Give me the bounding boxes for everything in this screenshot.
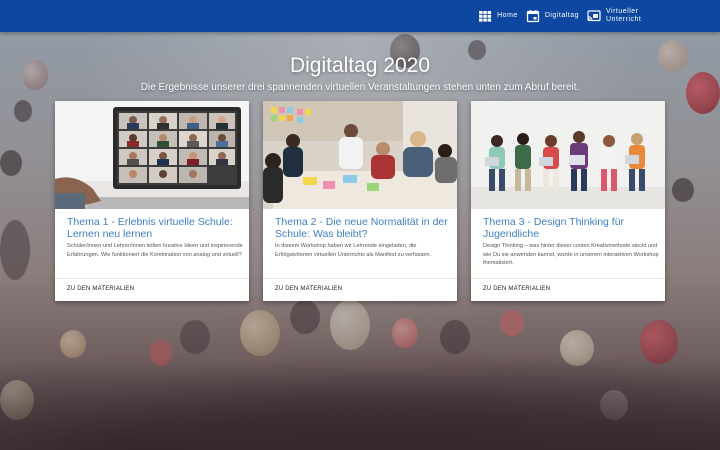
card-description: Design Thinking – was hinter dieser cool… [483, 243, 659, 266]
card-divider [263, 278, 457, 279]
nav-label-digitaltag: Digitaltag [544, 12, 579, 19]
page-subtitle: Die Ergebnisse unserer drei spannenden v… [140, 82, 580, 93]
card-title: Thema 1 - Erlebnis virtuelle Schule: Ler… [67, 216, 233, 240]
calendar-icon [526, 9, 540, 23]
nav-item-digitaltag[interactable]: Digitaltag [526, 9, 579, 23]
card-description: Schüler/innen und Lehrer/innen teilten k… [67, 243, 243, 258]
workshop-group-table-image [263, 101, 457, 209]
topic-card-1: Thema 1 - Erlebnis virtuelle Schule: Ler… [55, 101, 249, 301]
top-navigation-bar: Home Digitaltag Virtueller Unterricht [0, 0, 720, 32]
page-title: Digitaltag 2020 [289, 54, 431, 77]
people-sitting-with-laptops-image [471, 101, 665, 209]
nav-label-virtueller-unterricht: Virtueller Unterricht [606, 8, 642, 23]
grid-icon [478, 9, 492, 23]
card-materials-link[interactable]: ZU DEN MATERIALIEN [67, 286, 134, 292]
cast-icon [587, 9, 601, 23]
card-divider [55, 278, 249, 279]
card-materials-link[interactable]: ZU DEN MATERIALIEN [483, 286, 550, 292]
card-description: In diesem Workshop haben wir Lehrende ei… [275, 243, 432, 258]
topic-card-2: Thema 2 - Die neue Normalität in der Sch… [263, 101, 457, 301]
topic-card-3: Thema 3 - Design Thinking für Jugendlich… [471, 101, 665, 301]
card-title: Thema 2 - Die neue Normalität in der Sch… [275, 216, 448, 240]
nav-label-home: Home [497, 12, 518, 19]
video-conference-laptop-image [55, 101, 249, 209]
main-nav: Home Digitaltag Virtueller Unterricht [478, 0, 658, 32]
card-materials-link[interactable]: ZU DEN MATERIALIEN [275, 286, 342, 292]
nav-item-home[interactable]: Home [478, 9, 518, 23]
card-divider [471, 278, 665, 279]
nav-item-virtueller-unterricht[interactable]: Virtueller Unterricht [587, 8, 658, 24]
card-title: Thema 3 - Design Thinking für Jugendlich… [483, 216, 625, 240]
